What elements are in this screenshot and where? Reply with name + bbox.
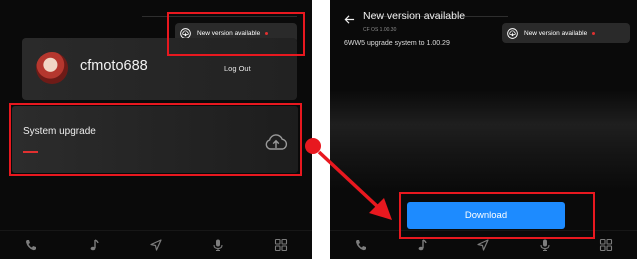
annotation-arrow (305, 138, 392, 220)
